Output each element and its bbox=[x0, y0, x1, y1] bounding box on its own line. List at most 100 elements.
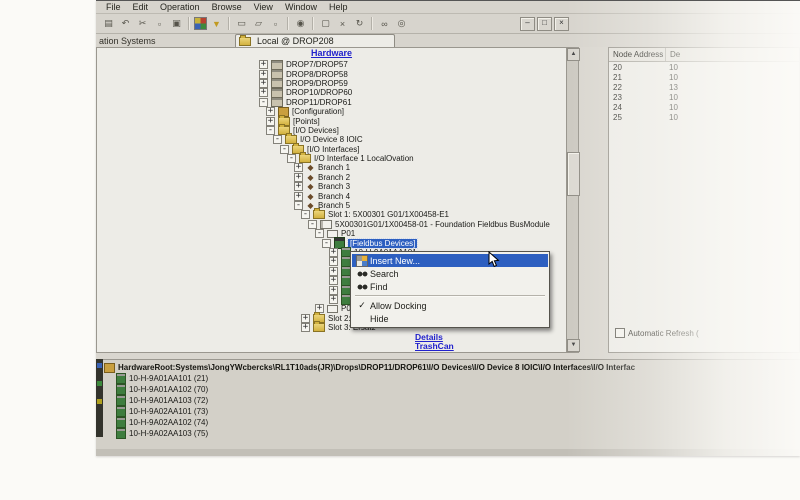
filter-icon[interactable]: ▼ bbox=[209, 16, 224, 31]
node-table-row[interactable]: 2110 bbox=[609, 72, 799, 82]
collapse-icon[interactable]: - bbox=[294, 201, 303, 210]
scroll-up-button[interactable]: ▲ bbox=[567, 48, 580, 61]
collapse-icon[interactable]: - bbox=[308, 220, 317, 229]
paste-icon[interactable]: ▣ bbox=[169, 16, 184, 31]
minimize-button[interactable]: – bbox=[520, 17, 535, 31]
tree-node-i-o-interfaces[interactable]: -[I/O Interfaces] bbox=[97, 145, 566, 154]
node-table-row[interactable]: 2010 bbox=[609, 62, 799, 72]
node-table-row[interactable]: 2310 bbox=[609, 92, 799, 102]
tree-node-branch-5[interactable]: -◆Branch 5 bbox=[97, 201, 566, 210]
collapse-icon[interactable]: - bbox=[259, 98, 268, 107]
collapse-icon[interactable]: - bbox=[280, 145, 289, 154]
collapse-icon[interactable]: - bbox=[315, 229, 324, 238]
menu-edit[interactable]: Edit bbox=[127, 2, 155, 12]
workpad-root-item[interactable]: HardwareRoot:Systems\JongYWcbercks\RL1T1… bbox=[104, 362, 800, 373]
tree-node-p01[interactable]: -P01 bbox=[97, 229, 566, 238]
column-header-node-address[interactable]: Node Address bbox=[609, 50, 665, 59]
tree-link-trashcan[interactable]: TrashCan bbox=[97, 342, 566, 351]
color-palette-icon[interactable] bbox=[194, 17, 207, 30]
expand-icon[interactable]: + bbox=[301, 323, 310, 332]
tree-node-branch-4[interactable]: +◆Branch 4 bbox=[97, 191, 566, 200]
collapse-icon[interactable]: - bbox=[273, 135, 282, 144]
undo-icon[interactable]: ↶ bbox=[118, 16, 133, 31]
hardware-root-node[interactable]: Hardware bbox=[97, 48, 566, 60]
tab-local-drop[interactable]: Local @ DROP208 bbox=[235, 34, 395, 47]
workpad-item-10-h-9a01aa102-70[interactable]: 10-H-9A01AA102 (70) bbox=[116, 384, 800, 395]
auto-refresh-option[interactable]: Automatic Refresh ( bbox=[615, 328, 699, 338]
expand-icon[interactable]: + bbox=[294, 182, 303, 191]
node-address-cell: 21 bbox=[609, 73, 665, 82]
auto-refresh-checkbox[interactable] bbox=[615, 328, 625, 338]
menu-file[interactable]: File bbox=[100, 2, 127, 12]
open-folder-icon[interactable]: ▱ bbox=[251, 16, 266, 31]
workpad-item-10-h-9a02aa102-74[interactable]: 10-H-9A02AA102 (74) bbox=[116, 417, 800, 428]
select-icon[interactable]: ▢ bbox=[318, 16, 333, 31]
tree-node-branch-1[interactable]: +◆Branch 1 bbox=[97, 163, 566, 172]
collapse-icon[interactable]: - bbox=[322, 239, 331, 248]
menu-item-insert-new[interactable]: Insert New... bbox=[352, 254, 548, 267]
column-header-device[interactable]: De bbox=[665, 48, 799, 61]
cut-icon[interactable]: ✂ bbox=[135, 16, 150, 31]
restore-button[interactable]: □ bbox=[537, 17, 552, 31]
expand-icon[interactable]: + bbox=[329, 276, 338, 285]
close-button[interactable]: × bbox=[554, 17, 569, 31]
tree-node-i-o-device-8-ioic[interactable]: -I/O Device 8 IOIC bbox=[97, 135, 566, 144]
delete-icon[interactable]: × bbox=[335, 16, 350, 31]
node-address-cell: 25 bbox=[609, 113, 665, 122]
tree-node-label: [Fieldbus Devices] bbox=[348, 239, 417, 248]
tree-node-drop11-drop61[interactable]: -DROP11/DROP61 bbox=[97, 98, 566, 107]
tree-node-i-o-devices[interactable]: -[I/O Devices] bbox=[97, 126, 566, 135]
tree-node-label: Branch 2 bbox=[318, 173, 350, 182]
workpad-item-10-h-9a01aa101-21[interactable]: 10-H-9A01AA101 (21) bbox=[116, 373, 800, 384]
vertical-scrollbar[interactable]: ▲ ▼ bbox=[566, 47, 579, 353]
menu-view[interactable]: View bbox=[248, 2, 279, 12]
tree-node-drop7-drop57[interactable]: +DROP7/DROP57 bbox=[97, 60, 566, 69]
refresh-icon[interactable]: ↻ bbox=[352, 16, 367, 31]
menu-item-allow-docking[interactable]: ✓Allow Docking bbox=[352, 299, 548, 312]
tree-node-i-o-interface-1-localovation[interactable]: -I/O Interface 1 LocalOvation bbox=[97, 154, 566, 163]
tree-node-5x00301g01-1x00458-01-foundation-fieldbus-busmodule[interactable]: -5X00301G01/1X00458-01 - Foundation Fiel… bbox=[97, 220, 566, 229]
workpad-item-10-h-9a02aa103-75[interactable]: 10-H-9A02AA103 (75) bbox=[116, 428, 800, 439]
workpad-item-10-h-9a02aa101-73[interactable]: 10-H-9A02AA101 (73) bbox=[116, 406, 800, 417]
camera-icon[interactable]: ◉ bbox=[293, 16, 308, 31]
expand-icon[interactable]: + bbox=[329, 295, 338, 304]
collapse-icon[interactable]: - bbox=[287, 154, 296, 163]
collapse-icon[interactable]: - bbox=[266, 126, 275, 135]
menu-operation[interactable]: Operation bbox=[154, 2, 206, 12]
node-table-row[interactable]: 2510 bbox=[609, 112, 799, 122]
collapse-icon[interactable]: - bbox=[301, 210, 310, 219]
tree-node-configuration[interactable]: +[Configuration] bbox=[97, 107, 566, 116]
print-icon[interactable]: ▤ bbox=[101, 16, 116, 31]
tree-node-drop8-drop58[interactable]: +DROP8/DROP58 bbox=[97, 69, 566, 78]
menu-window[interactable]: Window bbox=[279, 2, 323, 12]
menu-item-search[interactable]: Search bbox=[352, 267, 548, 280]
menu-item-hide[interactable]: Hide bbox=[352, 312, 548, 325]
folder-icon bbox=[313, 210, 325, 219]
binoculars-icon[interactable]: ∞ bbox=[377, 16, 392, 31]
menu-item-label: Insert New... bbox=[370, 256, 420, 266]
menu-browse[interactable]: Browse bbox=[206, 2, 248, 12]
duplicate-icon[interactable]: ▫ bbox=[268, 16, 283, 31]
tree-link-details[interactable]: Details bbox=[97, 332, 566, 341]
menu-item-find[interactable]: Find bbox=[352, 280, 548, 293]
expand-icon[interactable]: + bbox=[259, 60, 268, 69]
node-table-row[interactable]: 2213 bbox=[609, 82, 799, 92]
expand-icon[interactable]: + bbox=[259, 88, 268, 97]
workpad-item-label: 10-H-9A01AA101 (21) bbox=[129, 374, 208, 383]
node-table-row[interactable]: 2410 bbox=[609, 102, 799, 112]
tree-node-slot-1-5x00301-g01-1x00458-e1[interactable]: -Slot 1: 5X00301 G01/1X00458-E1 bbox=[97, 210, 566, 219]
workpad-item-10-h-9a01aa103-72[interactable]: 10-H-9A01AA103 (72) bbox=[116, 395, 800, 406]
folder-icon bbox=[313, 323, 325, 332]
expand-icon[interactable]: + bbox=[266, 107, 275, 116]
scrollbar-thumb[interactable] bbox=[567, 152, 580, 196]
search-icon[interactable]: ◎ bbox=[394, 16, 409, 31]
copy-icon[interactable]: ▫ bbox=[152, 16, 167, 31]
tree-node-points[interactable]: +[Points] bbox=[97, 116, 566, 125]
menu-help[interactable]: Help bbox=[323, 2, 354, 12]
scroll-down-button[interactable]: ▼ bbox=[567, 339, 580, 352]
insert-drop-icon[interactable]: ▭ bbox=[234, 16, 249, 31]
tree-node-drop9-drop59[interactable]: +DROP9/DROP59 bbox=[97, 79, 566, 88]
tree-node-drop10-drop60[interactable]: +DROP10/DROP60 bbox=[97, 88, 566, 97]
tree-node-branch-2[interactable]: +◆Branch 2 bbox=[97, 173, 566, 182]
tree-node-branch-3[interactable]: +◆Branch 3 bbox=[97, 182, 566, 191]
